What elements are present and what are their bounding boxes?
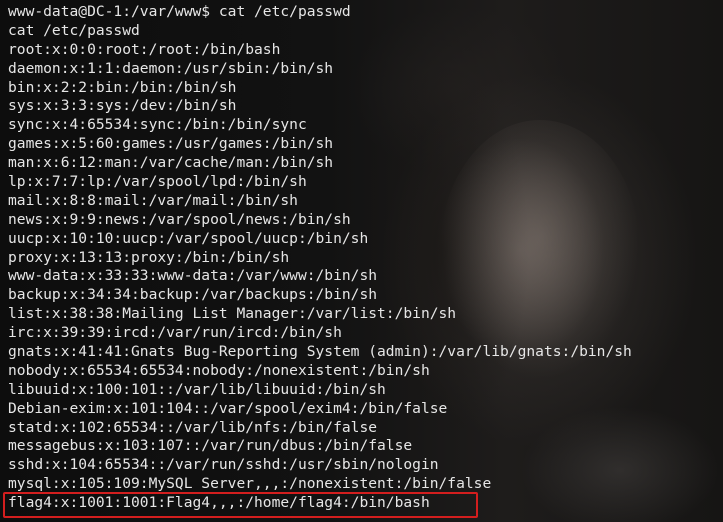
passwd-entry-irc: irc:x:39:39:ircd:/var/run/ircd:/bin/sh [8, 324, 342, 342]
terminal-echo-line: cat /etc/passwd [8, 21, 140, 39]
flag4-highlight-box [3, 492, 478, 518]
passwd-entry-libuuid: libuuid:x:100:101::/var/lib/libuuid:/bin… [8, 380, 386, 398]
passwd-entry-root: root:x:0:0:root:/root:/bin/bash [8, 40, 281, 58]
terminal-command-line: www-data@DC-1:/var/www$ cat /etc/passwd [8, 3, 351, 20]
passwd-entry-list: list:x:38:38:Mailing List Manager:/var/l… [8, 305, 457, 323]
passwd-entry-sys: sys:x:3:3:sys:/dev:/bin/sh [8, 97, 237, 115]
passwd-entry-games: games:x:5:60:games:/usr/games:/bin/sh [8, 135, 334, 153]
passwd-entry-sync: sync:x:4:65534:sync:/bin:/bin/sync [8, 116, 307, 134]
passwd-entry-lp: lp:x:7:7:lp:/var/spool/lpd:/bin/sh [8, 173, 307, 191]
passwd-entry-man: man:x:6:12:man:/var/cache/man:/bin/sh [8, 154, 334, 172]
passwd-entry-proxy: proxy:x:13:13:proxy:/bin:/bin/sh [8, 248, 290, 266]
terminal-output: www-data@DC-1:/var/www$ cat /etc/passwd … [8, 3, 632, 513]
passwd-entry-www-data: www-data:x:33:33:www-data:/var/www:/bin/… [8, 267, 378, 285]
passwd-entry-backup: backup:x:34:34:backup:/var/backups:/bin/… [8, 286, 378, 304]
passwd-entry-statd: statd:x:102:65534::/var/lib/nfs:/bin/fal… [8, 418, 378, 436]
passwd-entry-gnats: gnats:x:41:41:Gnats Bug-Reporting System… [8, 343, 632, 361]
passwd-entry-bin: bin:x:2:2:bin:/bin:/bin/sh [8, 78, 237, 96]
passwd-entry-nobody: nobody:x:65534:65534:nobody:/nonexistent… [8, 361, 430, 379]
passwd-entry-news: news:x:9:9:news:/var/spool/news:/bin/sh [8, 210, 351, 228]
terminal-window[interactable]: www-data@DC-1:/var/www$ cat /etc/passwd … [0, 0, 723, 522]
passwd-entry-daemon: daemon:x:1:1:daemon:/usr/sbin:/bin/sh [8, 59, 334, 77]
passwd-entry-mail: mail:x:8:8:mail:/var/mail:/bin/sh [8, 191, 298, 209]
passwd-entry-sshd: sshd:x:104:65534::/var/run/sshd:/usr/sbi… [8, 456, 439, 474]
passwd-entry-messagebus: messagebus:x:103:107::/var/run/dbus:/bin… [8, 437, 413, 455]
passwd-entry-debian-exim: Debian-exim:x:101:104::/var/spool/exim4:… [8, 399, 448, 417]
passwd-entry-uucp: uucp:x:10:10:uucp:/var/spool/uucp:/bin/s… [8, 229, 369, 247]
